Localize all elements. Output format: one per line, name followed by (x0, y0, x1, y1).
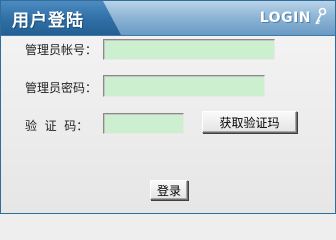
key-icon (315, 7, 327, 25)
username-input[interactable] (103, 39, 275, 60)
password-label: 管理员密码： (25, 81, 98, 95)
captcha-input[interactable] (103, 113, 184, 134)
login-panel: 用户登陆 LOGIN 管理员帐号： 管理员密码： 验 证 码： 获取验证玛 登录 (0, 0, 336, 214)
login-logo-text: LOGIN (259, 10, 311, 26)
header-title: 用户登陆 (12, 11, 84, 31)
login-submit-button[interactable]: 登录 (150, 180, 188, 200)
captcha-label: 验 证 码： (25, 119, 89, 133)
password-input[interactable] (103, 75, 265, 97)
get-captcha-button[interactable]: 获取验证玛 (202, 111, 297, 133)
login-header: 用户登陆 LOGIN (1, 1, 335, 36)
username-label: 管理员帐号： (25, 43, 98, 57)
